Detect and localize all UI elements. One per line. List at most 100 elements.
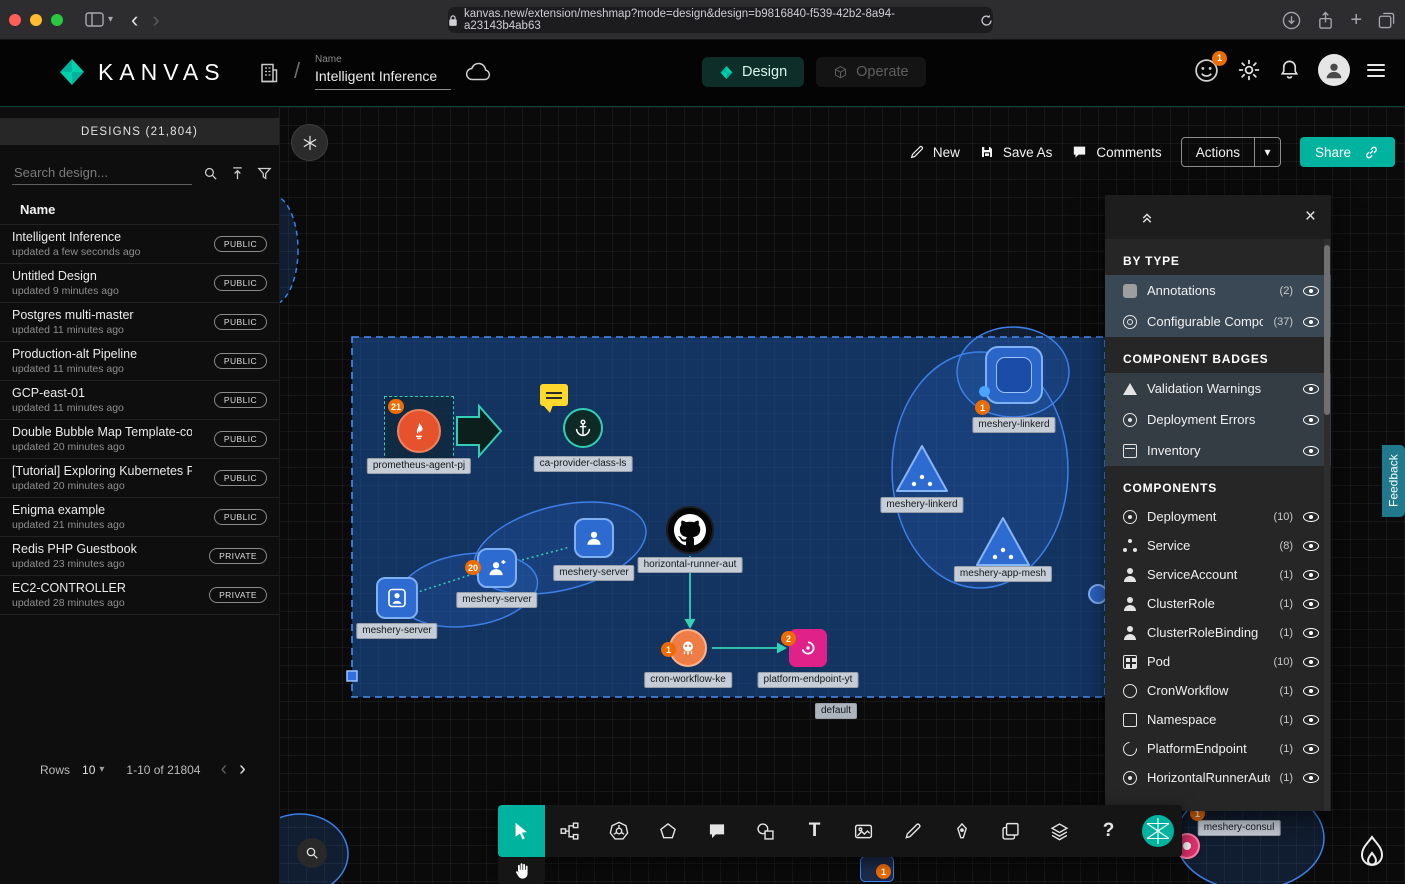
back-button[interactable]: ‹	[131, 9, 138, 31]
visibility-eye-icon[interactable]	[1303, 715, 1319, 725]
badge-row-deployment-errors[interactable]: Deployment Errors	[1105, 404, 1331, 435]
notifications-bell-icon[interactable]	[1278, 58, 1301, 82]
layers-tool-button[interactable]	[1035, 805, 1084, 857]
window-close-button[interactable]	[9, 14, 21, 26]
node-ca-provider[interactable]	[563, 408, 603, 448]
component-row-service[interactable]: Service (8)	[1105, 531, 1331, 560]
component-row-clusterrole[interactable]: ClusterRole (1)	[1105, 589, 1331, 618]
design-list-item[interactable]: Postgres multi-masterupdated 11 minutes …	[0, 303, 279, 342]
design-list-item[interactable]: Double Bubble Map Template-copyupdated 2…	[0, 420, 279, 459]
visibility-eye-icon[interactable]	[1303, 415, 1319, 425]
help-tool-button[interactable]: ?	[1084, 805, 1133, 857]
panel-scrollbar-thumb[interactable]	[1324, 245, 1330, 415]
visibility-eye-icon[interactable]	[1303, 599, 1319, 609]
notes-tool-button[interactable]	[986, 805, 1035, 857]
design-list-item[interactable]: Untitled Designupdated 9 minutes ago PUB…	[0, 264, 279, 303]
node-github-runner[interactable]	[666, 506, 714, 554]
visibility-eye-icon[interactable]	[1303, 446, 1319, 456]
design-list-item[interactable]: EC2-CONTROLLERupdated 28 minutes ago PRI…	[0, 576, 279, 615]
design-name-input[interactable]	[315, 66, 451, 90]
column-header-name[interactable]: Name	[0, 189, 279, 225]
visibility-eye-icon[interactable]	[1303, 512, 1319, 522]
design-list-item[interactable]: Enigma exampleupdated 21 minutes ago PUB…	[0, 498, 279, 537]
select-tool-button[interactable]	[498, 805, 545, 857]
pen-tool-button[interactable]	[937, 805, 986, 857]
component-row-cronworkflow[interactable]: CronWorkflow (1)	[1105, 676, 1331, 705]
downloads-icon[interactable]	[1282, 11, 1301, 30]
rows-per-page-select[interactable]: 10 ▾	[82, 763, 104, 777]
component-row-deployment[interactable]: Deployment (10)	[1105, 502, 1331, 531]
layer-row-configurable[interactable]: Configurable Compon (37)	[1105, 306, 1331, 337]
actions-caret-button[interactable]: ▾	[1254, 138, 1280, 166]
design-list-item[interactable]: Redis PHP Guestbookupdated 23 minutes ag…	[0, 537, 279, 576]
component-row-namespace[interactable]: Namespace (1)	[1105, 705, 1331, 734]
zoom-search-button[interactable]	[297, 838, 327, 868]
comment-tool-button[interactable]	[692, 805, 741, 857]
design-list-item[interactable]: Production-alt Pipelineupdated 11 minute…	[0, 342, 279, 381]
forward-button[interactable]: ›	[152, 9, 159, 31]
comment-note-icon[interactable]	[540, 384, 568, 406]
actions-button[interactable]: Actions	[1182, 138, 1254, 166]
kanvas-logo[interactable]: KANVAS	[57, 57, 226, 87]
visibility-eye-icon[interactable]	[1303, 541, 1319, 551]
sidebar-toggle-icon[interactable]	[85, 12, 104, 27]
design-list-item[interactable]: [Tutorial] Exploring Kubernetes Podupdat…	[0, 459, 279, 498]
badge-row-validation-warnings[interactable]: Validation Warnings	[1105, 373, 1331, 404]
reload-icon[interactable]	[980, 14, 993, 27]
media-tool-button[interactable]	[839, 805, 888, 857]
search-icon[interactable]	[202, 165, 219, 182]
next-page-button[interactable]: ›	[239, 758, 246, 781]
comments-button[interactable]: Comments	[1071, 144, 1161, 160]
user-avatar[interactable]	[1318, 54, 1350, 86]
menu-hamburger-icon[interactable]	[1367, 60, 1385, 80]
window-zoom-button[interactable]	[51, 14, 63, 26]
pan-tool-indicator[interactable]	[498, 857, 545, 884]
component-row-pod[interactable]: Pod (10)	[1105, 647, 1331, 676]
visibility-eye-icon[interactable]	[1303, 384, 1319, 394]
component-row-serviceaccount[interactable]: ServiceAccount (1)	[1105, 560, 1331, 589]
save-as-button[interactable]: Save As	[979, 144, 1053, 160]
visibility-eye-icon[interactable]	[1303, 744, 1319, 754]
component-row-platformendpoint[interactable]: PlatformEndpoint (1)	[1105, 734, 1331, 763]
prometheus-icon[interactable]	[397, 409, 441, 453]
selection-handle[interactable]	[347, 671, 357, 681]
filter-icon[interactable]	[256, 165, 273, 182]
new-tab-icon[interactable]: +	[1350, 9, 1362, 32]
pencil-annotate-button[interactable]	[888, 805, 937, 857]
visibility-eye-icon[interactable]	[1303, 686, 1319, 696]
flame-button[interactable]	[1354, 833, 1390, 873]
search-input[interactable]	[12, 161, 192, 185]
import-sort-icon[interactable]	[229, 165, 246, 182]
component-row-clusterrolebinding[interactable]: ClusterRoleBinding (1)	[1105, 618, 1331, 647]
tabs-icon[interactable]	[1378, 12, 1395, 29]
design-list-item[interactable]: GCP-east-01updated 11 minutes ago PUBLIC	[0, 381, 279, 420]
sidebar-caret-icon[interactable]: ▾	[108, 14, 113, 25]
design-list-item[interactable]: Intelligent Inferenceupdated a few secon…	[0, 225, 279, 264]
component-row-horizontalrunner[interactable]: HorizontalRunnerAutos (1)	[1105, 763, 1331, 792]
relationship-tool-button[interactable]	[545, 805, 594, 857]
text-tool-button[interactable]: T	[790, 805, 839, 857]
organization-icon[interactable]	[257, 61, 281, 85]
group-shapes-tool-button[interactable]	[741, 805, 790, 857]
close-panel-icon[interactable]: ×	[1305, 206, 1316, 228]
visibility-eye-icon[interactable]	[1303, 317, 1319, 327]
assistant-smiley-icon[interactable]: 1	[1193, 57, 1220, 84]
node-meshery-server-1[interactable]	[574, 518, 614, 558]
shapes-tool-button[interactable]	[643, 805, 692, 857]
visibility-eye-icon[interactable]	[1303, 286, 1319, 296]
kubernetes-tool-button[interactable]	[594, 805, 643, 857]
previous-page-button[interactable]: ‹	[220, 758, 227, 781]
collapse-panel-icon[interactable]	[1138, 208, 1156, 226]
badge-row-inventory[interactable]: Inventory	[1105, 435, 1331, 466]
visibility-eye-icon[interactable]	[1303, 628, 1319, 638]
node-meshery-server-2[interactable]	[477, 548, 517, 588]
share-button[interactable]: Share	[1300, 137, 1395, 167]
layer-row-annotations[interactable]: Annotations (2)	[1105, 275, 1331, 306]
tab-operate[interactable]: Operate	[816, 57, 925, 87]
settings-gear-icon[interactable]	[1237, 58, 1261, 82]
node-meshery-linkerd-box[interactable]	[985, 346, 1043, 404]
address-bar[interactable]: kanvas.new/extension/meshmap?mode=design…	[448, 7, 993, 33]
visibility-eye-icon[interactable]	[1303, 570, 1319, 580]
visibility-eye-icon[interactable]	[1303, 657, 1319, 667]
meshery-tool-button[interactable]	[1133, 805, 1182, 857]
